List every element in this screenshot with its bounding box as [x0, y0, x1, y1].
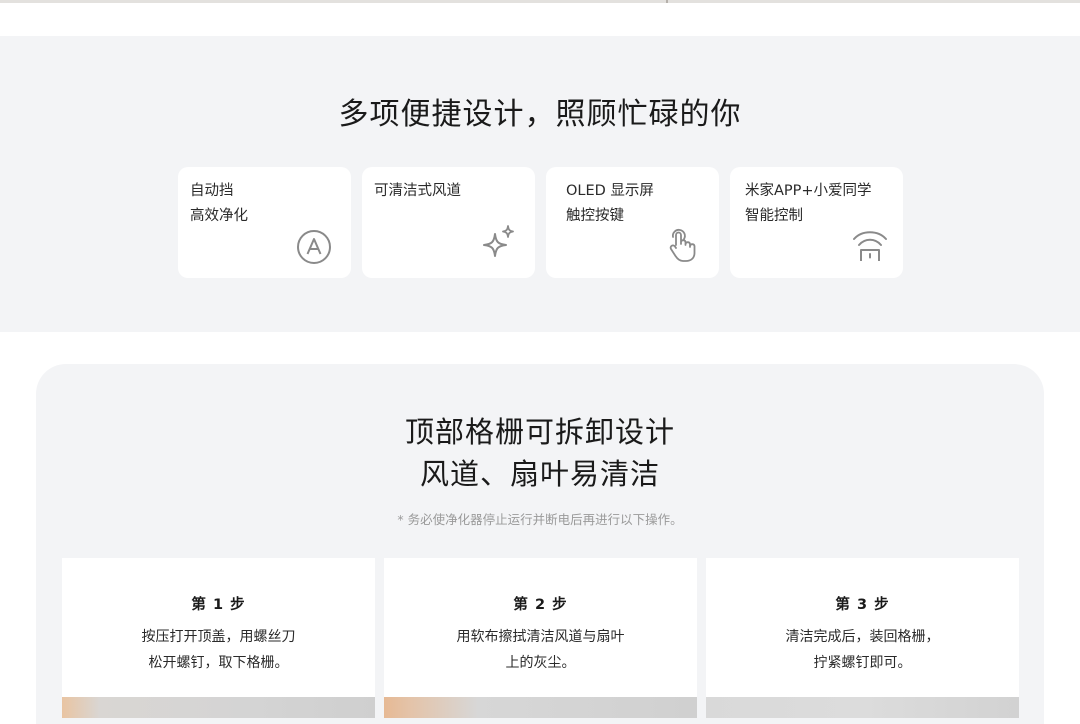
- step-title: 第 1 步: [191, 597, 246, 613]
- step-desc-line2: 拧紧螺钉即可。: [813, 655, 912, 671]
- auto-mode-icon: [297, 230, 331, 264]
- sparkle-icon: [483, 225, 514, 257]
- step-desc-line2: 上的灰尘。: [505, 655, 576, 671]
- feature-card-oled: OLED 显示屏 触控按键: [546, 167, 719, 278]
- feature-line1: 米家APP+小爱同学: [745, 183, 872, 199]
- cleaning-title-line2: 风道、扇叶易清洁: [419, 457, 660, 491]
- feature-line1: OLED 显示屏: [566, 183, 654, 199]
- step-desc-line1: 用软布擦拭清洁风道与扇叶: [456, 629, 625, 645]
- cleaning-title-line1: 顶部格栅可拆卸设计: [404, 415, 675, 449]
- feature-line2: 触控按键: [566, 208, 624, 224]
- features-title: 多项便捷设计，照顾忙碌的你: [338, 97, 742, 132]
- feature-line2: 高效净化: [190, 208, 248, 224]
- step-title: 第 3 步: [835, 597, 890, 613]
- step-photo: [706, 697, 1019, 718]
- feature-text: 自动挡 高效净化: [190, 179, 248, 229]
- step-title: 第 2 步: [513, 597, 568, 613]
- feature-text: 米家APP+小爱同学 智能控制: [745, 179, 872, 229]
- step-desc-line1: 清洁完成后，装回格栅，: [785, 629, 940, 645]
- feature-card-smart-control: 米家APP+小爱同学 智能控制: [730, 167, 903, 278]
- step-description: 按压打开顶盖，用螺丝刀 松开螺钉，取下格栅。: [62, 624, 375, 676]
- cleaning-title: 顶部格栅可拆卸设计 风道、扇叶易清洁: [0, 411, 1080, 495]
- feature-text: 可清洁式风道: [374, 179, 461, 204]
- strip-mark: [666, 0, 668, 3]
- previous-image-strip: [0, 0, 1080, 3]
- step-card-1: 第 1 步 按压打开顶盖，用螺丝刀 松开螺钉，取下格栅。: [62, 558, 375, 718]
- touch-icon: [669, 229, 696, 262]
- feature-card-cleanable-duct: 可清洁式风道: [362, 167, 535, 278]
- safety-note: * 务必使净化器停止运行并断电后再进行以下操作。: [397, 512, 683, 527]
- step-desc-line2: 松开螺钉，取下格栅。: [148, 655, 289, 671]
- feature-card-auto-mode: 自动挡 高效净化: [178, 167, 351, 278]
- feature-line1: 自动挡: [190, 183, 234, 199]
- step-card-2: 第 2 步 用软布擦拭清洁风道与扇叶 上的灰尘。: [384, 558, 697, 718]
- step-photo: [384, 697, 697, 718]
- feature-line1: 可清洁式风道: [374, 183, 461, 199]
- step-desc-line1: 按压打开顶盖，用螺丝刀: [141, 629, 296, 645]
- step-description: 用软布擦拭清洁风道与扇叶 上的灰尘。: [384, 624, 697, 676]
- features-section: [0, 36, 1080, 332]
- feature-text: OLED 显示屏 触控按键: [566, 179, 654, 229]
- wifi-device-icon: [853, 231, 887, 261]
- step-description: 清洁完成后，装回格栅， 拧紧螺钉即可。: [706, 624, 1019, 676]
- step-photo: [62, 697, 375, 718]
- step-card-3: 第 3 步 清洁完成后，装回格栅， 拧紧螺钉即可。: [706, 558, 1019, 718]
